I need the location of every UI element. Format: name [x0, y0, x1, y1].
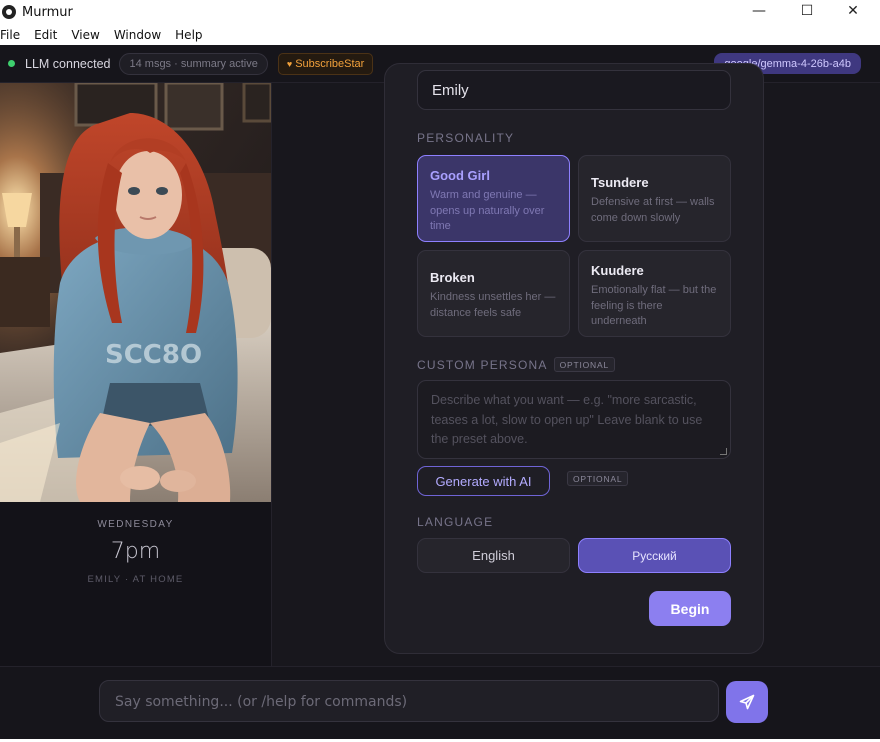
main-area: Emily PERSONALITY Good Girl Warm and gen…: [272, 63, 880, 666]
personality-name: Broken: [430, 270, 475, 285]
custom-persona-label-text: CUSTOM PERSONA: [417, 357, 548, 372]
custom-persona-label: CUSTOM PERSONA OPTIONAL: [417, 357, 615, 372]
optional-badge: OPTIONAL: [553, 357, 615, 372]
personality-desc: Warm and genuine — opens up naturally ov…: [430, 189, 545, 232]
menu-view[interactable]: View: [71, 28, 99, 42]
personality-name: Good Girl: [430, 168, 490, 183]
summary-pill: 14 msgs · summary active: [119, 52, 268, 75]
connection-status: LLM connected: [25, 56, 111, 71]
language-label-text: LANGUAGE: [417, 515, 494, 529]
generate-with-ai-button[interactable]: Generate with AI: [417, 466, 550, 496]
personality-option-good-girl[interactable]: Good Girl Warm and genuine — opens up na…: [417, 155, 570, 242]
menu-file[interactable]: File: [0, 28, 20, 42]
window-title: Murmur: [22, 4, 73, 20]
scene-location: EMILY · AT HOME: [87, 574, 184, 585]
personality-desc: Emotionally flat — but the feeling is th…: [591, 284, 717, 327]
resize-grip-icon[interactable]: [720, 448, 727, 455]
send-button[interactable]: [726, 681, 768, 723]
personality-label-text: PERSONALITY: [417, 131, 515, 145]
menu-bar: File Edit View Window Help: [0, 24, 880, 45]
menu-edit[interactable]: Edit: [34, 28, 57, 42]
character-panel: SCC8O WEDNESDAY 7pm EMILY · AT HOME: [0, 83, 272, 666]
scene-time: 7pm: [110, 539, 161, 564]
setup-card: Emily PERSONALITY Good Girl Warm and gen…: [384, 63, 764, 654]
language-option-russian[interactable]: Русский: [578, 538, 731, 573]
heart-icon: ♥: [286, 58, 293, 69]
minimize-button[interactable]: —: [736, 0, 782, 22]
character-portrait: SCC8O: [0, 83, 271, 502]
personality-label: PERSONALITY: [417, 131, 514, 145]
personality-desc: Defensive at first — walls come down slo…: [591, 196, 715, 224]
menu-window[interactable]: Window: [114, 28, 161, 42]
chat-input[interactable]: Say something... (or /help for commands): [99, 680, 719, 722]
svg-text:SCC8O: SCC8O: [105, 340, 202, 370]
begin-button[interactable]: Begin: [649, 591, 731, 626]
language-label: LANGUAGE: [417, 515, 493, 529]
subscribestar-link[interactable]: ♥ SubscribeStar: [277, 52, 374, 75]
app-logo-icon: [2, 5, 16, 19]
personality-option-kuudere[interactable]: Kuudere Emotionally flat — but the feeli…: [578, 250, 731, 337]
custom-persona-placeholder: Describe what you want — e.g. "more sarc…: [431, 393, 703, 446]
personality-name: Tsundere: [591, 175, 649, 190]
custom-persona-textarea[interactable]: Describe what you want — e.g. "more sarc…: [417, 380, 731, 459]
chat-input-bar: Say something... (or /help for commands): [0, 666, 880, 742]
scene-day: WEDNESDAY: [97, 519, 174, 530]
language-option-english[interactable]: English: [417, 538, 570, 573]
menu-help[interactable]: Help: [175, 28, 202, 42]
personality-desc: Kindness unsettles her — distance feels …: [430, 291, 556, 319]
close-button[interactable]: ✕: [830, 0, 876, 22]
maximize-button[interactable]: ☐: [784, 0, 830, 22]
portrait-illustration: SCC8O: [0, 83, 271, 502]
title-bar: Murmur — ☐ ✕: [0, 0, 880, 24]
send-icon: [739, 694, 755, 710]
name-input[interactable]: Emily: [417, 70, 731, 110]
personality-option-broken[interactable]: Broken Kindness unsettles her — distance…: [417, 250, 570, 337]
generate-optional-badge: OPTIONAL: [567, 471, 629, 486]
scene-info: WEDNESDAY 7pm EMILY · AT HOME: [0, 519, 271, 585]
subscribestar-label: SubscribeStar: [295, 57, 365, 70]
personality-option-tsundere[interactable]: Tsundere Defensive at first — walls come…: [578, 155, 731, 242]
personality-name: Kuudere: [591, 263, 644, 278]
language-options: English Русский: [417, 538, 731, 574]
connection-status-dot: [8, 60, 15, 67]
